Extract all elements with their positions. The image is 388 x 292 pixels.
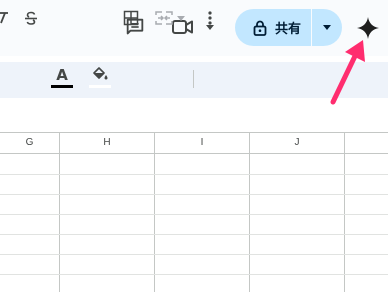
text-color-swatch	[51, 85, 73, 88]
fill-color-icon	[93, 67, 108, 80]
fill-color-swatch	[89, 85, 111, 88]
row-divider	[0, 274, 388, 275]
lock-icon	[253, 20, 267, 36]
row-divider	[0, 234, 388, 235]
borders-icon	[123, 10, 139, 26]
text-italic-icon	[0, 12, 8, 24]
text-color-icon: A	[56, 66, 68, 84]
gemini-icon	[357, 17, 379, 39]
strikethrough-icon	[25, 11, 37, 25]
row-divider	[0, 254, 388, 255]
column-header-i[interactable]: I	[155, 132, 249, 154]
column-divider	[344, 132, 345, 292]
chevron-down-icon	[176, 15, 185, 21]
chevron-down-icon	[323, 25, 331, 30]
borders-button[interactable]	[120, 4, 142, 32]
column-header-k[interactable]	[345, 132, 388, 154]
more-options-button[interactable]	[200, 4, 220, 32]
toolbar-divider	[193, 70, 194, 88]
more-vert-icon	[208, 11, 212, 25]
italic-button[interactable]	[0, 4, 12, 32]
column-header-g[interactable]: G	[0, 132, 59, 154]
column-divider	[154, 132, 155, 292]
row-divider	[0, 174, 388, 175]
strikethrough-button[interactable]	[20, 4, 42, 32]
column-header-j[interactable]: J	[250, 132, 344, 154]
annotation-arrow	[330, 40, 365, 105]
merge-cells-icon	[154, 11, 173, 25]
row-divider	[0, 194, 388, 195]
share-button[interactable]: 共有	[235, 9, 311, 46]
share-button-label: 共有	[275, 22, 302, 37]
row-divider	[0, 214, 388, 215]
merge-cells-button[interactable]	[152, 4, 186, 32]
column-divider	[249, 132, 250, 292]
text-color-button[interactable]: A	[50, 64, 74, 86]
fill-color-button[interactable]	[88, 64, 112, 86]
column-header-h[interactable]: H	[60, 132, 154, 154]
column-divider	[59, 132, 60, 292]
